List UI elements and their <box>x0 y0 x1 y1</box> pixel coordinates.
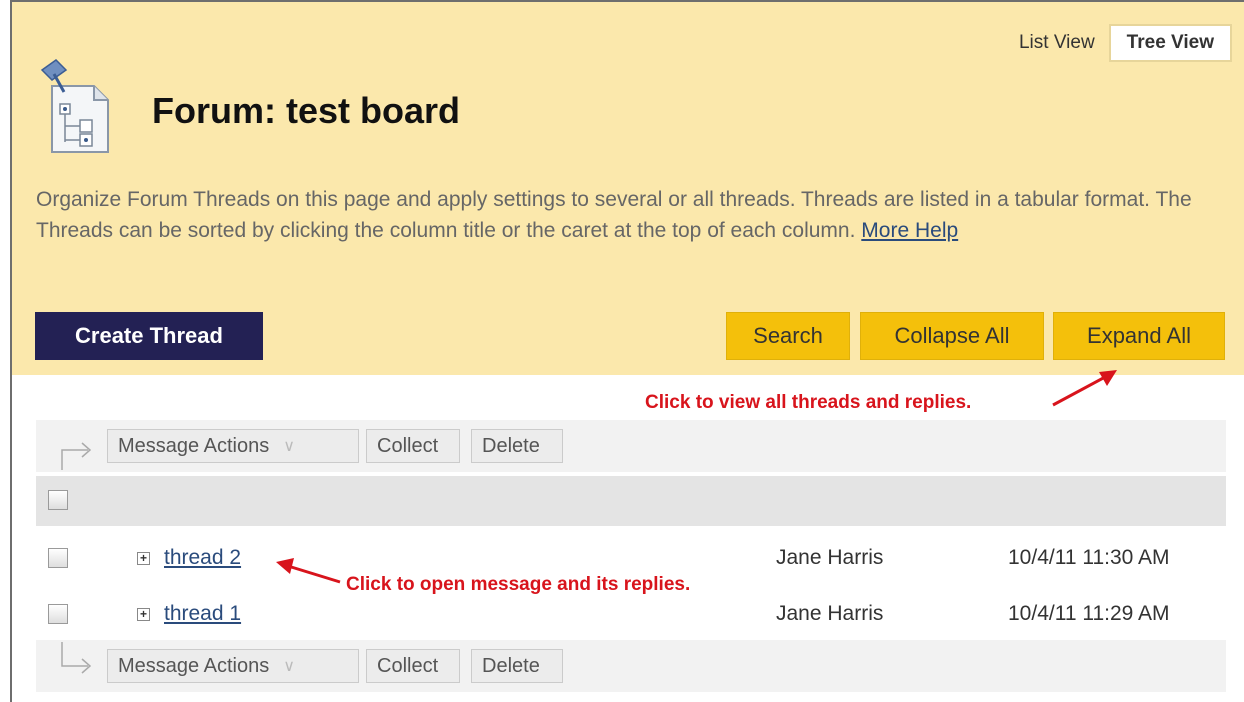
annotation-arrow-icon <box>276 558 341 584</box>
message-actions-label: Message Actions <box>118 434 270 457</box>
expand-plus-icon[interactable]: + <box>137 552 150 565</box>
row-checkbox[interactable] <box>48 604 68 624</box>
description-text: Organize Forum Threads on this page and … <box>36 188 1192 242</box>
tab-list-view[interactable]: List View <box>1005 25 1109 61</box>
more-help-link[interactable]: More Help <box>861 219 958 242</box>
delete-button[interactable]: Delete <box>471 649 563 683</box>
thread-date: 10/4/11 11:30 AM <box>1008 546 1170 569</box>
expand-plus-icon[interactable]: + <box>137 608 150 621</box>
collapse-all-button[interactable]: Collapse All <box>860 312 1044 360</box>
search-button[interactable]: Search <box>726 312 850 360</box>
select-all-checkbox[interactable] <box>48 490 68 510</box>
message-actions-dropdown[interactable]: Message Actions ∨ <box>107 649 359 683</box>
table-header-row <box>36 476 1226 526</box>
message-actions-label: Message Actions <box>118 654 270 677</box>
thread-link[interactable]: thread 1 <box>164 602 241 626</box>
collect-button[interactable]: Collect <box>366 649 460 683</box>
collect-button[interactable]: Collect <box>366 429 460 463</box>
row-checkbox[interactable] <box>48 548 68 568</box>
expand-all-button[interactable]: Expand All <box>1053 312 1225 360</box>
expand-annotation: Click to view all threads and replies. <box>645 392 972 413</box>
tab-tree-view[interactable]: Tree View <box>1108 24 1232 62</box>
tree-arrow-icon <box>61 642 92 674</box>
message-actions-dropdown[interactable]: Message Actions ∨ <box>107 429 359 463</box>
chevron-down-icon: ∨ <box>283 658 295 675</box>
thread-author: Jane Harris <box>776 602 884 625</box>
thread-author: Jane Harris <box>776 546 884 569</box>
create-thread-button[interactable]: Create Thread <box>35 312 263 360</box>
thread-link[interactable]: thread 2 <box>164 546 241 570</box>
tree-arrow-icon <box>61 442 92 470</box>
delete-button[interactable]: Delete <box>471 429 563 463</box>
thread-date: 10/4/11 11:29 AM <box>1008 602 1170 625</box>
table-row: + thread 1 Jane Harris 10/4/11 11:29 AM <box>36 592 1226 636</box>
top-action-toolbar: Message Actions ∨ Collect Delete <box>36 420 1226 472</box>
view-tabs: List View Tree View <box>1005 24 1232 62</box>
page-description: Organize Forum Threads on this page and … <box>36 184 1232 246</box>
forum-icon <box>40 59 109 153</box>
page-title: Forum: test board <box>152 90 461 131</box>
annotation-arrow-icon <box>1052 370 1117 407</box>
chevron-down-icon: ∨ <box>283 438 295 455</box>
bottom-action-toolbar: Message Actions ∨ Collect Delete <box>36 640 1226 692</box>
